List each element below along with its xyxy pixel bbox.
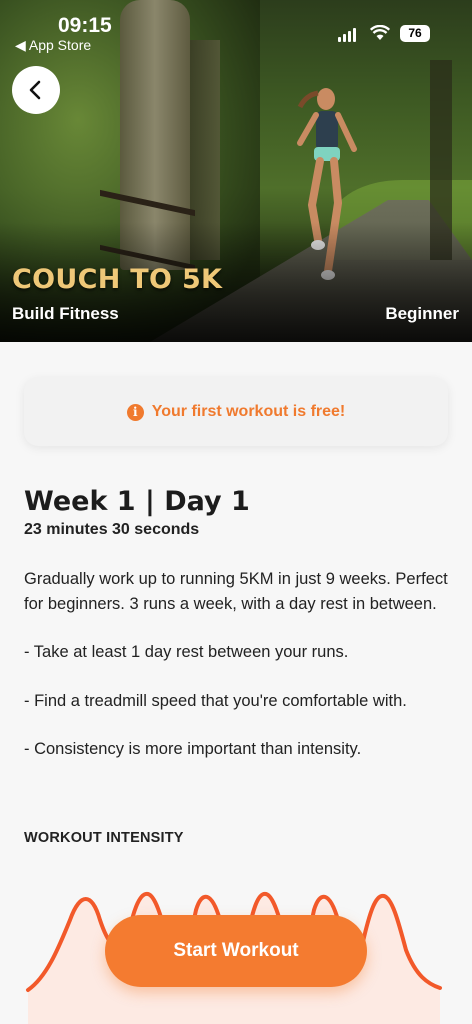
workout-title: Week 1 | Day 1 xyxy=(24,486,250,517)
status-bar: 09:15 ◀ App Store 76 xyxy=(0,0,472,60)
info-icon: i xyxy=(126,403,144,421)
description-paragraph: Gradually work up to running 5KM in just… xyxy=(24,570,448,613)
notice-text: Your first workout is free! xyxy=(151,403,346,420)
signal-icon xyxy=(338,28,356,42)
intensity-label: WORKOUT INTENSITY xyxy=(24,830,184,846)
start-workout-button[interactable]: Start Workout xyxy=(105,915,367,987)
program-level: Beginner xyxy=(385,304,459,323)
back-to-app-store-link[interactable]: ◀ App Store xyxy=(15,37,91,54)
status-time: 09:15 xyxy=(58,14,112,37)
program-title: COUCH TO 5K xyxy=(12,264,223,295)
program-category: Build Fitness xyxy=(12,304,119,323)
description-tip: - Find a treadmill speed that you're com… xyxy=(24,691,407,710)
workout-duration: 23 minutes 30 seconds xyxy=(24,521,200,538)
chevron-left-icon xyxy=(29,80,41,100)
battery-icon: 76 xyxy=(400,25,430,42)
back-button[interactable] xyxy=(12,66,60,114)
free-workout-notice: i Your first workout is free! xyxy=(24,378,448,446)
wifi-icon xyxy=(370,25,390,40)
description-tip: - Consistency is more important than int… xyxy=(24,740,362,758)
description-tip: - Take at least 1 day rest between your … xyxy=(24,643,349,661)
workout-description: Gradually work up to running 5KM in just… xyxy=(24,567,454,762)
